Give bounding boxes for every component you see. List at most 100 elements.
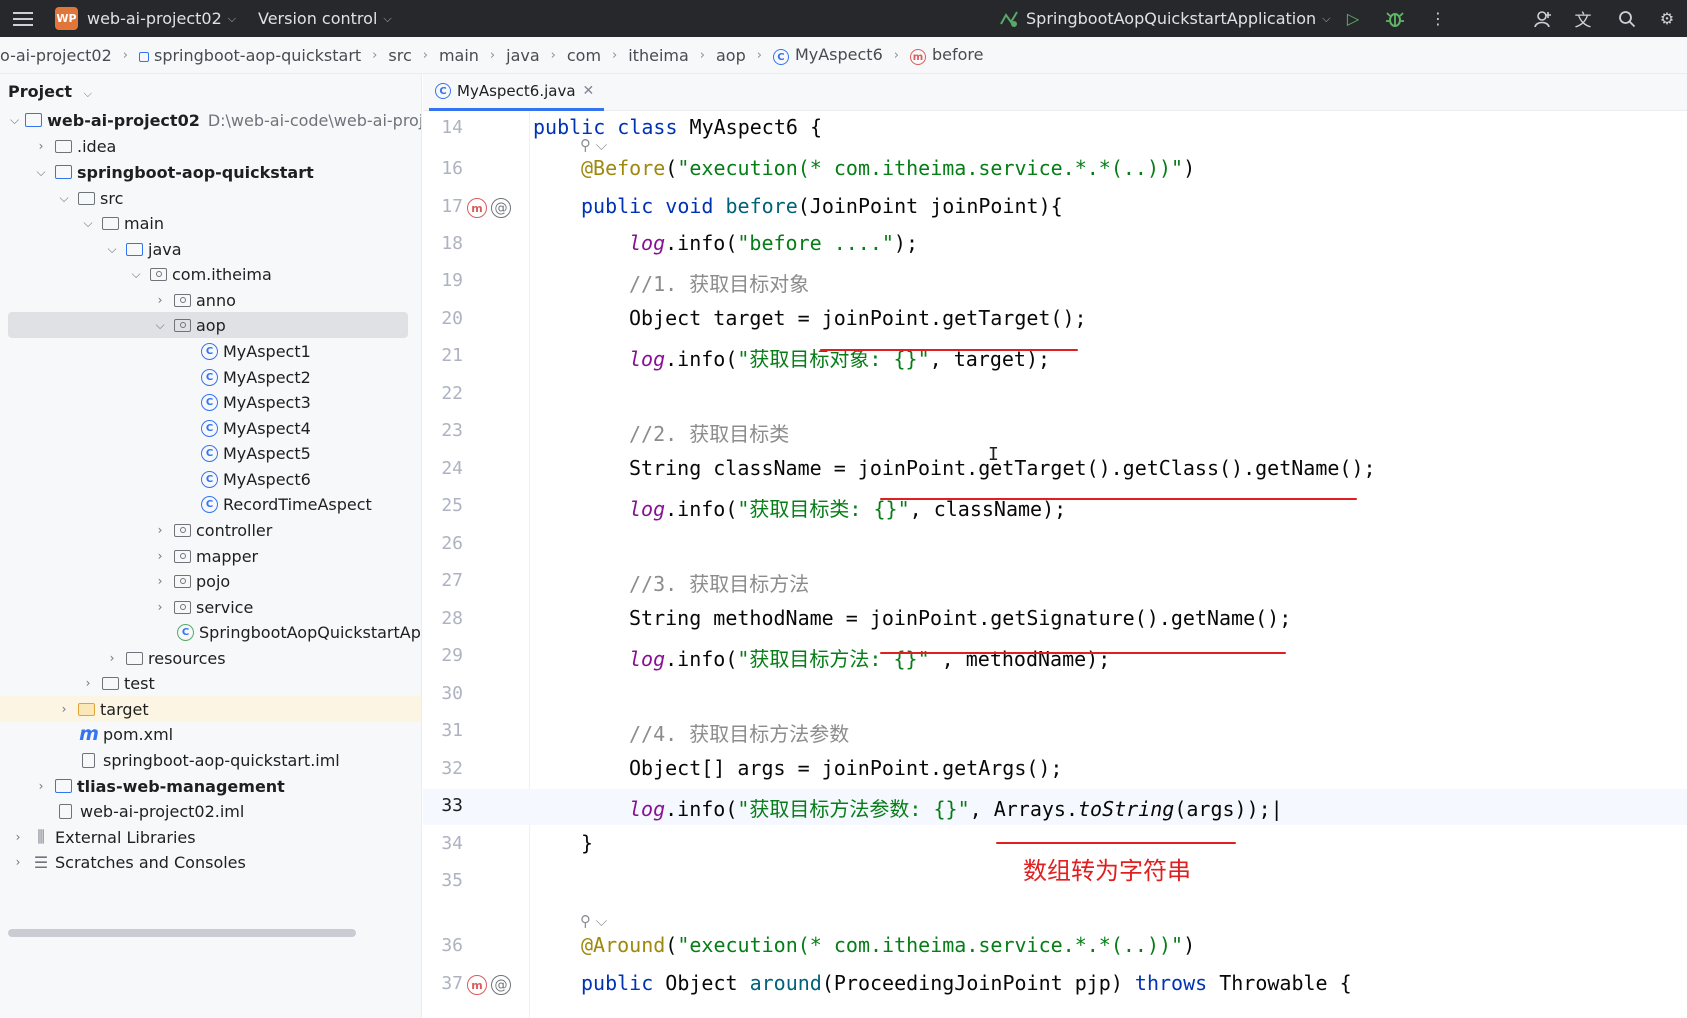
horizontal-scrollbar[interactable] <box>8 929 356 937</box>
code-line[interactable]: 36 @Around("execution(* com.itheima.serv… <box>423 929 1687 965</box>
debug-icon[interactable] <box>1382 0 1408 37</box>
at-pointcut-icon[interactable]: @ <box>491 198 511 218</box>
method-advice-icon[interactable]: m <box>467 975 487 995</box>
expanded-arrow-icon[interactable]: ⌵ <box>104 242 120 257</box>
breadcrumb-item-method[interactable]: m before <box>909 45 983 66</box>
project-view-selector[interactable]: Project ⌵ <box>8 82 92 101</box>
tree-item-scratches[interactable]: › ☰ Scratches and Consoles <box>0 849 421 875</box>
code-line[interactable]: 20 Object target = joinPoint.getTarget()… <box>423 302 1687 338</box>
expanded-arrow-icon[interactable]: ⌵ <box>128 267 144 282</box>
code-with-me-icon[interactable] <box>1530 0 1556 37</box>
breadcrumb-item-main[interactable]: main <box>439 46 479 65</box>
breadcrumb-item-itheima[interactable]: itheima <box>628 46 689 65</box>
collapsed-arrow-icon[interactable]: › <box>33 779 49 793</box>
code-line[interactable]: 24 String className = joinPoint.getTarge… <box>423 452 1687 488</box>
inlay-hint-icon[interactable]: ⚲ ⌵ <box>580 912 607 930</box>
tree-item-myaspect5[interactable]: C MyAspect5 <box>0 440 421 466</box>
at-pointcut-icon[interactable]: @ <box>491 975 511 995</box>
collapsed-arrow-icon[interactable]: › <box>10 830 26 844</box>
code-line[interactable]: 23 //2. 获取目标类 <box>423 414 1687 450</box>
code-line[interactable]: 21 log.info("获取目标对象: {}", target); <box>423 339 1687 375</box>
project-switcher[interactable]: WP web-ai-project02 ⌵ <box>55 0 236 37</box>
breadcrumb-item-root[interactable]: o-ai-project02 <box>0 46 112 65</box>
code-line[interactable]: 25 log.info("获取目标类: {}", className); <box>423 489 1687 525</box>
breadcrumb-item-class[interactable]: C MyAspect6 <box>772 45 883 66</box>
tree-item-idea[interactable]: › .idea <box>0 133 421 159</box>
tree-item-project-root[interactable]: ⌵ web-ai-project02 D:\web-ai-code\web-ai-… <box>0 107 421 133</box>
breadcrumb-item-java[interactable]: java <box>506 46 540 65</box>
tree-item-aop[interactable]: ⌵ aop <box>8 312 408 338</box>
expanded-arrow-icon[interactable]: ⌵ <box>10 113 19 128</box>
tree-item-java[interactable]: ⌵ java <box>0 236 421 262</box>
tree-item-resources[interactable]: › resources <box>0 645 421 671</box>
code-line[interactable]: 28 String methodName = joinPoint.getSign… <box>423 602 1687 638</box>
code-line[interactable]: 26 <box>423 527 1687 563</box>
collapsed-arrow-icon[interactable]: › <box>80 676 96 690</box>
collapsed-arrow-icon[interactable]: › <box>56 702 72 716</box>
tree-item-mapper[interactable]: › mapper <box>0 543 421 569</box>
collapsed-arrow-icon[interactable]: › <box>152 574 168 588</box>
code-line[interactable]: 18 log.info("before ...."); <box>423 227 1687 263</box>
code-line[interactable]: 16 @Before("execution(* com.itheima.serv… <box>423 152 1687 188</box>
vcs-menu[interactable]: Version control ⌵ <box>258 0 392 37</box>
expanded-arrow-icon[interactable]: ⌵ <box>152 318 168 333</box>
tree-item-module-iml[interactable]: springboot-aop-quickstart.iml <box>0 747 421 773</box>
translate-icon[interactable]: 文 <box>1570 0 1596 37</box>
code-line[interactable]: 29 log.info("获取目标方法: {}" , methodName); <box>423 639 1687 675</box>
tree-item-pojo[interactable]: › pojo <box>0 568 421 594</box>
run-config-selector[interactable]: SpringbootAopQuickstartApplication ⌵ <box>998 0 1331 37</box>
breadcrumb-item-src[interactable]: src <box>388 46 411 65</box>
breadcrumb-item-com[interactable]: com <box>567 46 601 65</box>
search-icon[interactable] <box>1614 0 1640 37</box>
tree-item-com-itheima[interactable]: ⌵ com.itheima <box>0 261 421 287</box>
tree-item-myaspect2[interactable]: C MyAspect2 <box>0 364 421 390</box>
tree-item-recordtimeaspect[interactable]: C RecordTimeAspect <box>0 491 421 517</box>
code-line[interactable]: 22 <box>423 377 1687 413</box>
tree-item-application[interactable]: C SpringbootAopQuickstartApp <box>0 619 421 645</box>
tree-item-myaspect1[interactable]: C MyAspect1 <box>0 338 421 364</box>
tree-item-external-libraries[interactable]: › ⫼ External Libraries <box>0 824 421 850</box>
tree-item-module[interactable]: ⌵ springboot-aop-quickstart <box>0 159 421 185</box>
code-line[interactable]: 19 //1. 获取目标对象 <box>423 264 1687 300</box>
tree-item-tlias[interactable]: › tlias-web-management <box>0 773 421 799</box>
tree-item-pom[interactable]: m pom.xml <box>0 721 421 747</box>
tree-item-src[interactable]: ⌵ src <box>0 185 421 211</box>
tree-item-anno[interactable]: › anno <box>0 287 421 313</box>
main-menu-icon[interactable] <box>12 0 34 37</box>
tree-item-myaspect6[interactable]: C MyAspect6 <box>0 466 421 492</box>
collapsed-arrow-icon[interactable]: › <box>152 523 168 537</box>
collapsed-arrow-icon[interactable]: › <box>152 293 168 307</box>
tree-item-myaspect4[interactable]: C MyAspect4 <box>0 415 421 441</box>
tree-item-test[interactable]: › test <box>0 670 421 696</box>
expanded-arrow-icon[interactable]: ⌵ <box>56 191 72 206</box>
settings-gear-icon[interactable]: ⚙ <box>1654 0 1680 37</box>
tab-myaspect6[interactable]: C MyAspect6.java ✕ <box>429 74 605 111</box>
breadcrumb-item-aop[interactable]: aop <box>716 46 746 65</box>
code-line[interactable]: 30 <box>423 677 1687 713</box>
collapsed-arrow-icon[interactable]: › <box>10 855 26 869</box>
tree-item-target[interactable]: › target <box>0 696 421 722</box>
run-icon[interactable]: ▷ <box>1340 0 1366 37</box>
close-icon[interactable]: ✕ <box>583 83 595 99</box>
code-line[interactable]: 31 //4. 获取目标方法参数 <box>423 714 1687 750</box>
collapsed-arrow-icon[interactable]: › <box>33 139 49 153</box>
tree-item-main[interactable]: ⌵ main <box>0 210 421 236</box>
expanded-arrow-icon[interactable]: ⌵ <box>33 165 49 180</box>
tree-item-myaspect3[interactable]: C MyAspect3 <box>0 389 421 415</box>
breadcrumb-item-module[interactable]: springboot-aop-quickstart <box>138 46 361 65</box>
code-line[interactable]: 27 //3. 获取目标方法 <box>423 564 1687 600</box>
tree-item-service[interactable]: › service <box>0 594 421 620</box>
method-advice-icon[interactable]: m <box>467 198 487 218</box>
code-line[interactable]: 17 m @ public void before(JoinPoint joinP… <box>423 190 1687 226</box>
code-line[interactable]: 14 public class MyAspect6 { <box>423 111 1687 147</box>
collapsed-arrow-icon[interactable]: › <box>104 651 120 665</box>
code-line[interactable]: 37 m @ public Object around(ProceedingJoi… <box>423 967 1687 1003</box>
tree-item-project-iml[interactable]: web-ai-project02.iml <box>0 798 421 824</box>
more-actions-icon[interactable]: ⋮ <box>1425 0 1451 37</box>
tree-item-controller[interactable]: › controller <box>0 517 421 543</box>
collapsed-arrow-icon[interactable]: › <box>152 600 168 614</box>
code-line-current[interactable]: 33 log.info("获取目标方法参数: {}", Arrays.toStr… <box>423 789 1687 825</box>
expanded-arrow-icon[interactable]: ⌵ <box>80 216 96 231</box>
code-line[interactable]: 32 Object[] args = joinPoint.getArgs(); <box>423 752 1687 788</box>
collapsed-arrow-icon[interactable]: › <box>152 549 168 563</box>
